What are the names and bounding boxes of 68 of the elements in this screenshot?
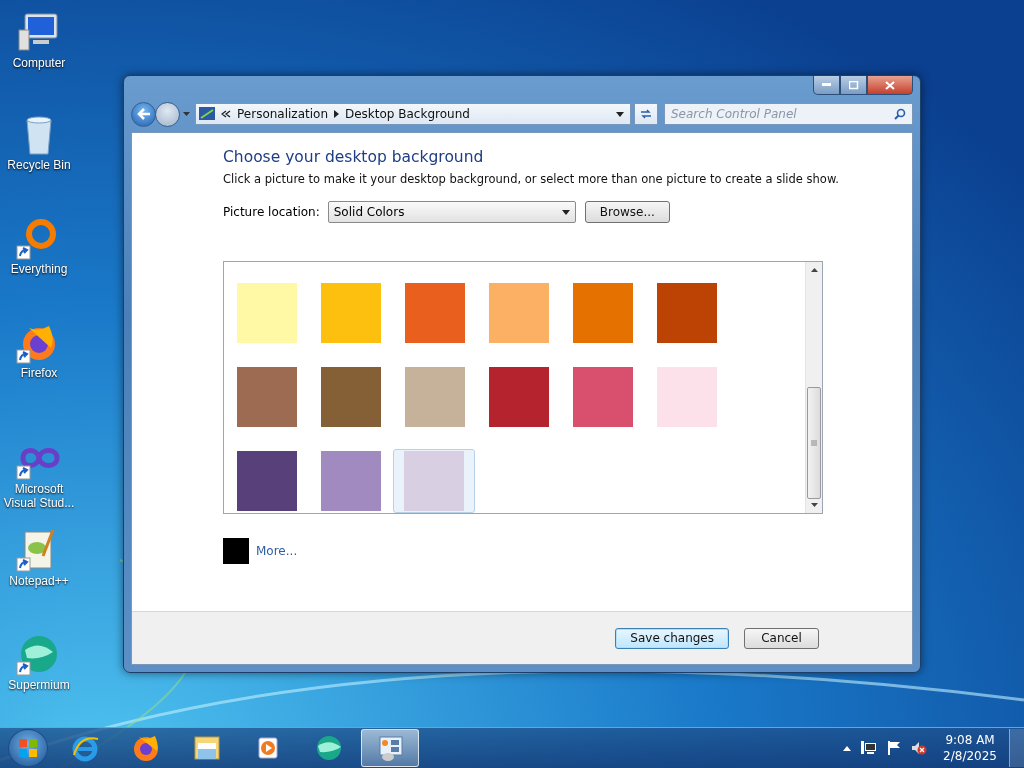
control-panel-icon[interactable] [361, 729, 419, 767]
back-arrow-icon [136, 108, 151, 120]
color-swatch[interactable] [237, 367, 297, 427]
scroll-down-icon[interactable] [810, 503, 818, 507]
field-label: Picture location: [223, 205, 320, 219]
icon-label: Notepad++ [9, 574, 69, 588]
refresh-button[interactable] [634, 103, 658, 125]
icon-label: Microsoft Visual Stud... [2, 482, 76, 510]
minimize-icon [821, 83, 832, 87]
show-desktop-button[interactable] [1009, 729, 1024, 767]
color-swatch[interactable] [404, 451, 464, 511]
cancel-button[interactable]: Cancel [744, 627, 819, 649]
close-button[interactable] [867, 76, 913, 95]
color-swatch[interactable] [237, 451, 297, 511]
scroll-thumb[interactable] [807, 387, 821, 499]
clock-date[interactable]: 2/8/2025 [943, 748, 997, 764]
maximize-button[interactable] [840, 76, 867, 95]
back-button[interactable] [131, 101, 156, 127]
breadcrumb-item[interactable]: Desktop Background [345, 107, 470, 121]
page-heading: Choose your desktop background [223, 148, 485, 166]
color-swatch[interactable] [321, 451, 381, 511]
color-swatch[interactable] [405, 367, 465, 427]
start-button[interactable] [8, 729, 48, 767]
scrollbar[interactable] [805, 262, 822, 513]
windows-logo-icon [19, 739, 37, 757]
description-text: Click a picture to make it your desktop background, or select more than one picture to create a slide show. [223, 172, 840, 186]
location-dropdown[interactable]: Solid Colors [327, 201, 576, 223]
flag-icon[interactable] [887, 741, 902, 755]
color-swatch[interactable] [223, 538, 249, 564]
color-swatch[interactable] [657, 283, 717, 343]
browse-button[interactable]: Browse... [584, 201, 670, 223]
color-swatch[interactable] [573, 283, 633, 343]
scroll-up-icon[interactable] [810, 268, 818, 272]
more-link[interactable]: More... [256, 544, 298, 558]
color-swatch[interactable] [321, 367, 381, 427]
address-bar[interactable]: Personalization Desktop Background [195, 103, 631, 125]
refresh-icon [639, 108, 653, 120]
control-panel-icon [199, 107, 215, 121]
color-swatch[interactable] [237, 283, 297, 343]
close-icon [885, 80, 895, 90]
grip-icon [811, 440, 817, 446]
icon-label: Recycle Bin [7, 158, 71, 172]
maximize-icon [848, 80, 859, 90]
chevron-icon [221, 110, 231, 118]
show-hidden-icons-icon[interactable] [843, 745, 852, 751]
selected-swatch-frame[interactable] [393, 449, 475, 513]
color-swatch[interactable] [657, 367, 717, 427]
muted-speaker-icon[interactable] [911, 741, 928, 755]
color-swatch[interactable] [321, 283, 381, 343]
clock-time[interactable]: 9:08 AM [945, 732, 995, 748]
icon-label: Everything [10, 262, 68, 276]
icon-label: Computer [12, 56, 66, 70]
minimize-button[interactable] [813, 76, 840, 95]
save-button[interactable]: Save changes [615, 627, 729, 649]
breadcrumb-arrow-icon [334, 110, 339, 118]
forward-button[interactable] [155, 101, 180, 127]
icon-label: Firefox [20, 366, 58, 380]
color-swatch[interactable] [573, 367, 633, 427]
icon-label: Supermium [8, 678, 70, 692]
search-field[interactable]: Search Control Panel [664, 103, 913, 125]
search-icon [894, 108, 906, 120]
caret-icon [561, 209, 570, 215]
color-swatch[interactable] [405, 283, 465, 343]
network-icon[interactable] [861, 741, 878, 755]
color-swatch[interactable] [489, 283, 549, 343]
caret-icon[interactable] [616, 111, 624, 117]
breadcrumb-item[interactable]: Personalization [237, 107, 328, 121]
color-swatch[interactable] [489, 367, 549, 427]
